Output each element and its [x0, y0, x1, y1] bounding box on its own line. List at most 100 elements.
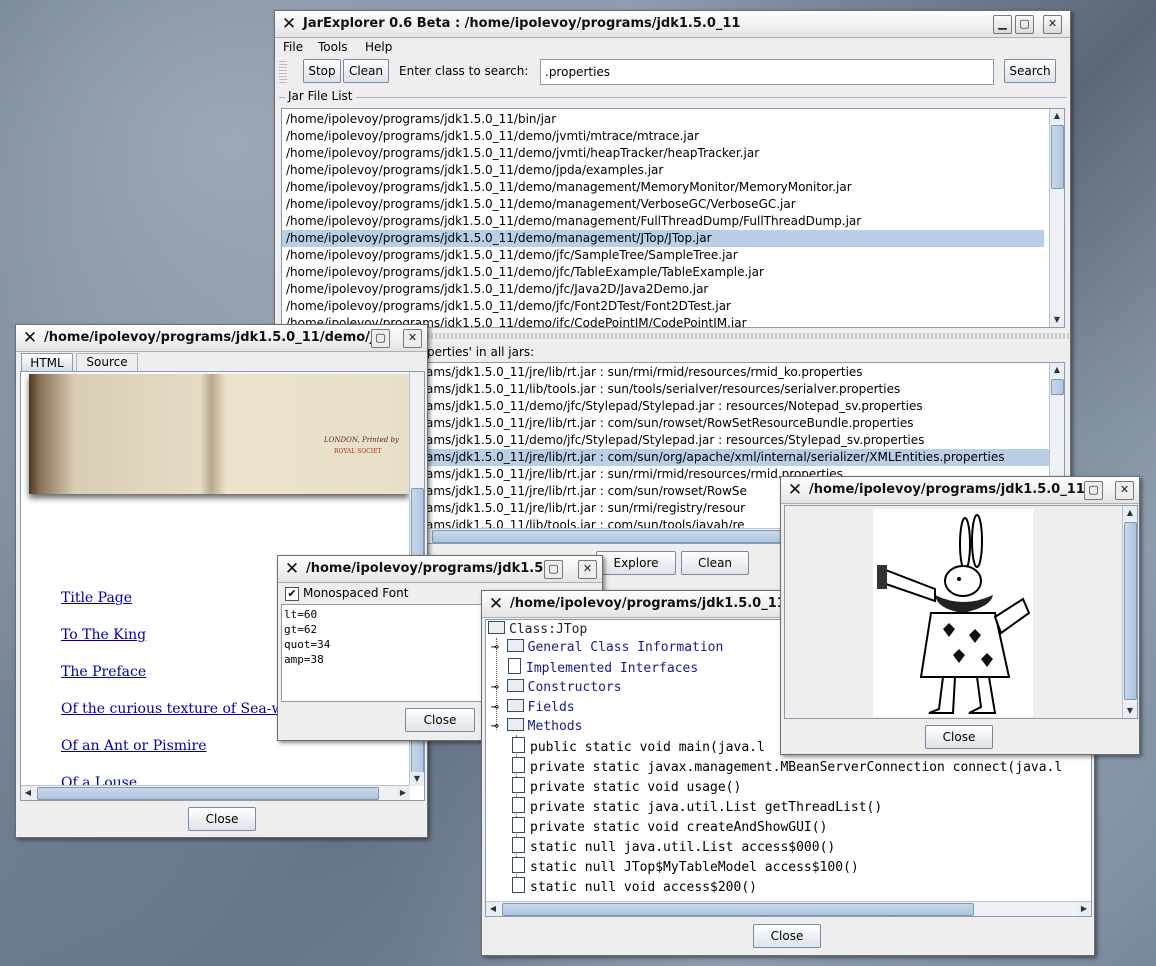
jar-list-row[interactable]: /home/ipolevoy/programs/jdk1.5.0_11/demo…	[282, 298, 1044, 315]
html-viewer-titlebar[interactable]: ✕ /home/ipolevoy/programs/jdk1.5.0_11/de…	[16, 325, 427, 352]
properties-titlebar[interactable]: ✕ /home/ipolevoy/programs/jdk1.5. ▢ ✕	[278, 556, 602, 583]
scroll-left-arrow-icon[interactable]: ◀	[486, 902, 500, 916]
tree-method-item[interactable]: private static java.util.List getThreadL…	[512, 797, 882, 817]
jar-list-row[interactable]: /home/ipolevoy/programs/jdk1.5.0_11/demo…	[282, 196, 1044, 213]
jar-list[interactable]: /home/ipolevoy/programs/jdk1.5.0_11/bin/…	[281, 108, 1065, 328]
class-tree-hscrollbar[interactable]: ◀ ▶	[486, 901, 1091, 916]
results-list-row[interactable]: ams/jdk1.5.0_11/demo/jfc/Stylepad/Stylep…	[422, 432, 1064, 449]
tree-method-item[interactable]: private static javax.management.MBeanSer…	[512, 757, 1062, 777]
html-close-button[interactable]: Close	[188, 807, 256, 831]
tree-method-item[interactable]: static null void access$200()	[512, 877, 757, 897]
scroll-left-arrow-icon[interactable]: ◀	[21, 786, 35, 800]
image-close-button[interactable]: Close	[925, 725, 993, 749]
minimize-button[interactable]: ▁	[993, 15, 1012, 34]
image-scroll-thumb[interactable]	[1124, 522, 1137, 700]
maximize-button[interactable]: ▢	[1015, 15, 1034, 34]
collapse-handle-icon[interactable]: ⊸	[491, 719, 499, 734]
stop-button[interactable]: Stop	[303, 59, 341, 83]
close-window-button[interactable]: ✕	[578, 560, 597, 579]
image-viewer-titlebar[interactable]: ✕ /home/ipolevoy/programs/jdk1.5.0_11/c …	[781, 477, 1139, 504]
menu-tools[interactable]: Tools	[318, 40, 348, 54]
search-button[interactable]: Search	[1004, 59, 1056, 83]
jar-list-row[interactable]: /home/ipolevoy/programs/jdk1.5.0_11/demo…	[282, 230, 1044, 247]
jar-list-row[interactable]: /home/ipolevoy/programs/jdk1.5.0_11/demo…	[282, 264, 1044, 281]
link-ant-or-pismire[interactable]: Of an Ant or Pismire	[61, 738, 207, 754]
jar-list-scroll-thumb[interactable]	[1051, 125, 1064, 189]
results-list-row[interactable]: ams/jdk1.5.0_11/jre/lib/rt.jar : com/sun…	[422, 449, 1064, 466]
jar-list-row[interactable]: /home/ipolevoy/programs/jdk1.5.0_11/demo…	[282, 179, 1044, 196]
properties-close-button[interactable]: Close	[405, 708, 475, 732]
explore-button[interactable]: Explore	[596, 551, 676, 575]
document-icon	[512, 817, 525, 833]
jar-list-row[interactable]: /home/ipolevoy/programs/jdk1.5.0_11/demo…	[282, 145, 1044, 162]
jar-list-row[interactable]: /home/ipolevoy/programs/jdk1.5.0_11/demo…	[282, 213, 1044, 230]
class-explorer-close-button[interactable]: Close	[753, 924, 821, 948]
jar-list-row[interactable]: /home/ipolevoy/programs/jdk1.5.0_11/demo…	[282, 128, 1044, 145]
tree-node-fields[interactable]: ⊸ Fields	[491, 698, 575, 718]
scroll-down-arrow-icon[interactable]: ▼	[1050, 313, 1064, 327]
results-list-row[interactable]: ams/jdk1.5.0_11/jre/lib/rt.jar : com/sun…	[422, 415, 1064, 432]
scroll-down-arrow-icon[interactable]: ▼	[1123, 704, 1137, 718]
jar-list-scrollbar[interactable]: ▲ ▼	[1049, 109, 1064, 327]
results-list-row[interactable]: ams/jdk1.5.0_11/jre/lib/rt.jar : sun/rmi…	[422, 364, 1064, 381]
maximize-button[interactable]: ▢	[371, 329, 390, 348]
jar-list-row[interactable]: /home/ipolevoy/programs/jdk1.5.0_11/demo…	[282, 162, 1044, 179]
tree-method-item[interactable]: static null JTop$MyTableModel access$100…	[512, 857, 859, 877]
tree-method-item[interactable]: static null java.util.List access$000()	[512, 837, 835, 857]
white-rabbit-icon	[877, 514, 1031, 714]
tree-method-item[interactable]: private static void createAndShowGUI()	[512, 817, 827, 837]
scroll-down-arrow-icon[interactable]: ▼	[410, 772, 424, 786]
tree-method-item[interactable]: private static void usage()	[512, 777, 741, 797]
menu-file[interactable]: File	[283, 40, 303, 54]
results-list-row[interactable]: ams/jdk1.5.0_11/lib/tools.jar : sun/tool…	[422, 381, 1064, 398]
tab-html[interactable]: HTML	[21, 353, 73, 372]
close-window-button[interactable]: ✕	[1115, 481, 1134, 500]
search-input[interactable]: .properties	[540, 59, 994, 85]
scroll-right-arrow-icon[interactable]: ▶	[1077, 902, 1091, 916]
maximize-button[interactable]: ▢	[1084, 481, 1103, 500]
scroll-right-arrow-icon[interactable]: ▶	[396, 786, 410, 800]
property-line: amp=38	[284, 653, 324, 666]
tree-method-label: static null JTop$MyTableModel access$100…	[530, 860, 859, 875]
tree-node-constructors[interactable]: ⊸ Constructors	[491, 678, 622, 698]
tree-node-methods[interactable]: ⊸ Methods	[491, 717, 582, 737]
monospaced-checkbox[interactable]: ✔	[285, 587, 299, 601]
results-list-row[interactable]: ams/jdk1.5.0_11/demo/jfc/Stylepad/Stylep…	[422, 398, 1064, 415]
class-tree-hscroll-thumb[interactable]	[502, 903, 974, 916]
main-titlebar[interactable]: ✕ JarExplorer 0.6 Beta : /home/ipolevoy/…	[275, 11, 1070, 38]
jar-list-row[interactable]: /home/ipolevoy/programs/jdk1.5.0_11/demo…	[282, 247, 1044, 264]
property-line: gt=62	[284, 623, 318, 636]
class-explorer-title: /home/ipolevoy/programs/jdk1.5.0_11/d	[510, 596, 800, 611]
clean-results-button[interactable]: Clean	[681, 551, 749, 575]
close-window-button[interactable]: ✕	[1043, 15, 1062, 34]
jar-list-row[interactable]: /home/ipolevoy/programs/jdk1.5.0_11/bin/…	[282, 111, 1044, 128]
clean-button[interactable]: Clean	[343, 59, 389, 83]
tree-method-item[interactable]: public static void main(java.l	[512, 737, 765, 757]
html-hscrollbar[interactable]: ◀ ▶	[21, 785, 410, 800]
document-icon	[512, 837, 525, 853]
tree-node-general-label: General Class Information	[527, 640, 724, 655]
scroll-up-arrow-icon[interactable]: ▲	[1050, 109, 1064, 123]
link-to-the-king[interactable]: To The King	[61, 627, 146, 643]
results-scroll-thumb[interactable]	[1051, 379, 1064, 395]
image-scrollbar[interactable]: ▲ ▼	[1122, 506, 1137, 718]
scroll-up-arrow-icon[interactable]: ▲	[1123, 506, 1137, 520]
tree-node-interfaces[interactable]: Implemented Interfaces	[508, 658, 698, 678]
html-hscroll-thumb[interactable]	[37, 787, 379, 800]
tab-source[interactable]: Source	[76, 353, 138, 371]
expand-handle-icon[interactable]: ⊸	[491, 640, 499, 655]
tree-node-general[interactable]: ⊸ General Class Information	[491, 638, 723, 658]
close-window-button[interactable]: ✕	[403, 329, 422, 348]
jar-list-row[interactable]: /home/ipolevoy/programs/jdk1.5.0_11/demo…	[282, 281, 1044, 298]
scroll-up-arrow-icon[interactable]: ▲	[1050, 363, 1064, 377]
maximize-button[interactable]: ▢	[544, 560, 563, 579]
results-title: perties' in all jars:	[427, 345, 535, 359]
link-the-preface[interactable]: The Preface	[61, 664, 146, 680]
menu-help[interactable]: Help	[365, 40, 392, 54]
link-title-page[interactable]: Title Page	[61, 590, 132, 606]
tree-root[interactable]: Class:JTop	[488, 620, 587, 640]
expand-handle-icon[interactable]: ⊸	[491, 680, 499, 695]
image-area[interactable]: ▲ ▼	[784, 505, 1138, 719]
link-curious-texture[interactable]: Of the curious texture of Sea-w	[61, 701, 283, 717]
expand-handle-icon[interactable]: ⊸	[491, 700, 499, 715]
